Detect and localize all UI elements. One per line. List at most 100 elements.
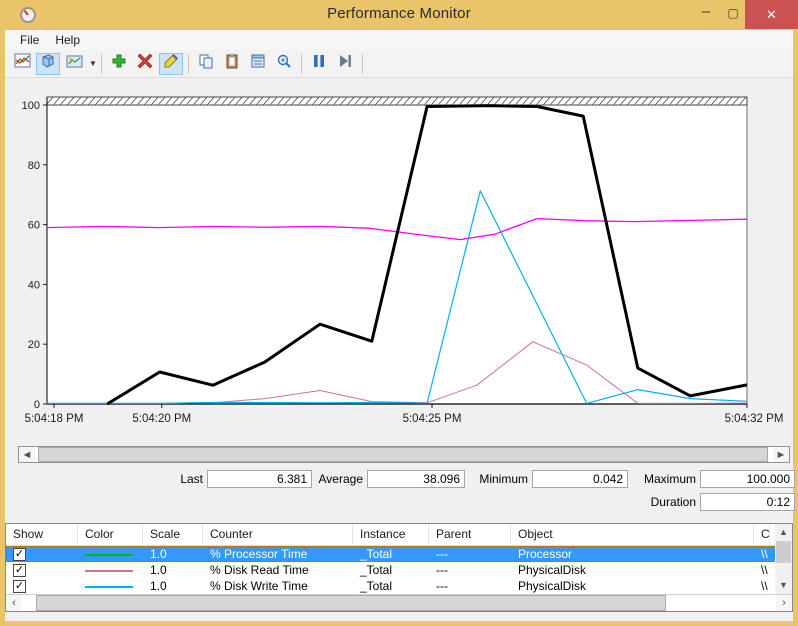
column-header-c[interactable]: C	[754, 524, 770, 545]
view-current-activity-button[interactable]	[10, 53, 34, 75]
cell-computer: \\	[754, 563, 770, 578]
highlight-pen-icon	[163, 53, 179, 74]
table-vertical-scrollbar[interactable]: ▲ ▼	[775, 524, 792, 594]
copy-icon	[198, 53, 214, 74]
view-log-data-button[interactable]	[36, 53, 60, 75]
column-header-parent[interactable]: Parent	[429, 524, 511, 545]
cell-scale: 1.0	[143, 579, 203, 594]
cell-computer: \\	[754, 579, 770, 594]
zoom-button[interactable]	[272, 53, 296, 75]
pause-icon	[312, 54, 326, 73]
column-header-scale[interactable]: Scale	[143, 524, 203, 545]
freeze-display-button[interactable]	[307, 53, 331, 75]
maximum-label: Maximum	[588, 470, 696, 488]
show-checkbox[interactable]: ✓	[13, 580, 26, 593]
properties-icon	[250, 53, 266, 74]
scroll-down-icon[interactable]: ▼	[775, 577, 792, 593]
cell-object: PhysicalDisk	[511, 563, 754, 578]
cell-scale: 1.0	[143, 563, 203, 578]
column-header-color[interactable]: Color	[78, 524, 143, 545]
table-hscroll-thumb[interactable]	[36, 595, 666, 611]
close-button[interactable]: ✕	[745, 0, 798, 29]
time-range-scrollbar[interactable]: ◄ ►	[18, 446, 790, 463]
cell-object: PhysicalDisk	[511, 579, 754, 594]
toolbar-separator	[101, 54, 102, 74]
step-forward-icon	[338, 54, 352, 73]
duration-label: Duration	[588, 493, 696, 511]
cell-counter: % Disk Write Time	[203, 579, 353, 594]
time-scroll-track[interactable]	[35, 447, 773, 462]
table-row[interactable]: ✓1.0% Disk Read Time_Total---PhysicalDis…	[6, 562, 775, 578]
last-label: Last	[95, 470, 203, 488]
counter-table-header: ShowColorScaleCounterInstanceParentObjec…	[6, 524, 775, 546]
table-vscroll-thumb[interactable]	[776, 541, 791, 563]
scroll-left-icon[interactable]: ◄	[19, 447, 35, 462]
graph-type-icon	[66, 54, 83, 74]
table-scroll-left-icon[interactable]: ‹	[6, 595, 22, 611]
cell-computer: \\	[754, 547, 770, 562]
y-axis-tick-label: 40	[28, 279, 40, 291]
duration-value: 0:12	[700, 493, 795, 511]
cell-parent: ---	[429, 579, 511, 594]
cell-counter: % Disk Read Time	[203, 563, 353, 578]
color-swatch	[85, 586, 133, 588]
copy-properties-button[interactable]	[194, 53, 218, 75]
table-row[interactable]: ✓ 1.0% Disk Write Time_Total---PhysicalDi…	[6, 578, 775, 594]
toolbar: ▼	[5, 50, 793, 78]
toolbar-separator	[301, 54, 302, 74]
cell-object: Processor	[511, 547, 754, 562]
change-graph-type-button[interactable]	[62, 53, 86, 75]
counter-table: ShowColorScaleCounterInstanceParentObjec…	[5, 523, 793, 612]
update-data-button[interactable]	[333, 53, 357, 75]
y-axis-tick-label: 20	[28, 339, 40, 351]
table-horizontal-scrollbar[interactable]: ‹ ›	[6, 594, 792, 611]
maximize-button[interactable]: ▢	[720, 0, 746, 29]
minimum-label: Minimum	[420, 470, 528, 488]
table-scroll-right-icon[interactable]: ›	[776, 595, 792, 611]
menu-help[interactable]: Help	[47, 31, 88, 49]
column-header-show[interactable]: Show	[6, 524, 78, 545]
chevron-down-icon[interactable]: ▼	[89, 59, 97, 68]
toolbar-separator	[362, 54, 363, 74]
scroll-up-icon[interactable]: ▲	[775, 524, 792, 540]
menu-file[interactable]: File	[12, 31, 47, 49]
cell-instance: _Total	[353, 547, 429, 562]
scroll-right-icon[interactable]: ►	[773, 447, 789, 462]
table-row[interactable]: ✓1.0% Processor Time_Total---Processor\\	[6, 546, 775, 562]
cell-scale: 1.0	[143, 547, 203, 562]
maximum-value: 100.000	[700, 470, 795, 488]
paste-counter-list-button[interactable]	[220, 53, 244, 75]
color-swatch	[85, 570, 133, 572]
time-scroll-thumb[interactable]	[38, 447, 768, 462]
x-axis-tick-label: 5:04:32 PM	[725, 413, 784, 425]
toolbar-separator	[188, 54, 189, 74]
column-header-object[interactable]: Object	[511, 524, 754, 545]
delete-counter-button[interactable]	[133, 53, 157, 75]
chart-canvas: 0204060801005:04:18 PM5:04:20 PM5:04:25 …	[5, 88, 793, 433]
titlebar: Performance Monitor – ▢ ✕	[0, 0, 798, 30]
column-header-instance[interactable]: Instance	[353, 524, 429, 545]
highlight-button[interactable]	[159, 53, 183, 75]
cell-instance: _Total	[353, 579, 429, 594]
show-checkbox[interactable]: ✓	[13, 564, 26, 577]
add-counter-button[interactable]	[107, 53, 131, 75]
log-data-icon	[40, 53, 56, 74]
minimize-button[interactable]: –	[692, 0, 720, 29]
column-header-counter[interactable]: Counter	[203, 524, 353, 545]
y-axis-tick-label: 100	[22, 100, 40, 112]
show-checkbox[interactable]: ✓	[13, 548, 26, 561]
delete-x-icon	[137, 53, 153, 74]
cell-parent: ---	[429, 547, 511, 562]
counter-table-body: ✓1.0% Processor Time_Total---Processor\\…	[6, 546, 792, 594]
y-axis-tick-label: 0	[34, 399, 40, 411]
table-hscroll-track[interactable]	[22, 595, 776, 611]
content-area: 0204060801005:04:18 PM5:04:20 PM5:04:25 …	[5, 78, 793, 621]
properties-button[interactable]	[246, 53, 270, 75]
x-axis-tick-label: 5:04:18 PM	[25, 413, 84, 425]
x-axis-tick-label: 5:04:20 PM	[132, 413, 191, 425]
plus-icon	[111, 53, 127, 74]
y-axis-tick-label: 60	[28, 220, 40, 232]
paste-icon	[224, 53, 240, 74]
performance-chart: 0204060801005:04:18 PM5:04:20 PM5:04:25 …	[5, 88, 793, 433]
window-title: Performance Monitor	[0, 5, 798, 22]
